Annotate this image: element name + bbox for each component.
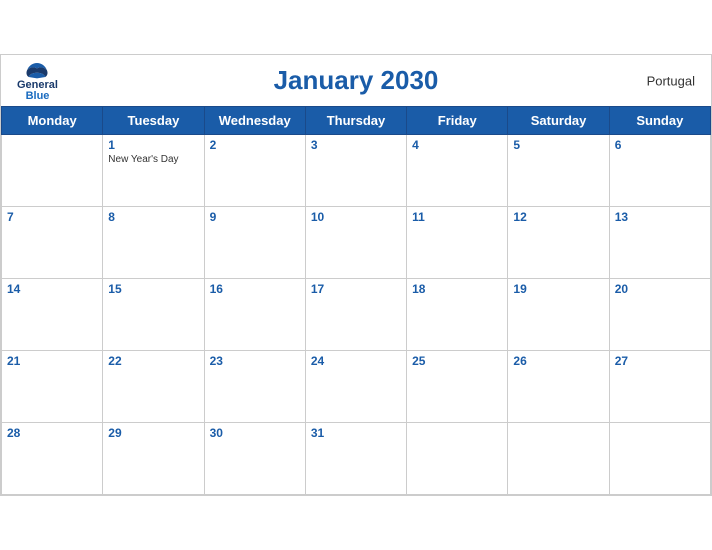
day-number: 23 (210, 354, 300, 368)
day-cell (407, 423, 508, 495)
calendar-table: Monday Tuesday Wednesday Thursday Friday… (1, 106, 711, 495)
day-cell: 25 (407, 351, 508, 423)
day-number: 19 (513, 282, 603, 296)
week-row-5: 28 29 30 31 (2, 423, 711, 495)
day-number: 20 (615, 282, 705, 296)
day-cell: 5 (508, 135, 609, 207)
day-number: 24 (311, 354, 401, 368)
day-cell: 2 (204, 135, 305, 207)
calendar-container: General Blue January 2030 Portugal Monda… (0, 54, 712, 496)
logo-bird-icon (23, 60, 51, 80)
day-number: 26 (513, 354, 603, 368)
holiday-label: New Year's Day (108, 154, 198, 165)
country-label: Portugal (647, 73, 695, 88)
col-sunday: Sunday (609, 107, 710, 135)
day-number: 31 (311, 426, 401, 440)
day-number: 9 (210, 210, 300, 224)
day-cell: 1 New Year's Day (103, 135, 204, 207)
week-row-3: 14 15 16 17 18 19 20 (2, 279, 711, 351)
day-cell: 31 (305, 423, 406, 495)
day-cell: 7 (2, 207, 103, 279)
col-tuesday: Tuesday (103, 107, 204, 135)
day-number: 3 (311, 138, 401, 152)
col-wednesday: Wednesday (204, 107, 305, 135)
week-row-1: 1 New Year's Day 23456 (2, 135, 711, 207)
day-cell: 3 (305, 135, 406, 207)
day-cell: 16 (204, 279, 305, 351)
col-friday: Friday (407, 107, 508, 135)
logo-area: General Blue (17, 60, 58, 102)
day-number: 2 (210, 138, 300, 152)
day-number: 4 (412, 138, 502, 152)
day-number: 14 (7, 282, 97, 296)
day-cell: 30 (204, 423, 305, 495)
day-cell: 14 (2, 279, 103, 351)
day-number: 12 (513, 210, 603, 224)
day-number: 27 (615, 354, 705, 368)
day-number: 29 (108, 426, 198, 440)
day-number: 22 (108, 354, 198, 368)
day-cell: 27 (609, 351, 710, 423)
day-number: 15 (108, 282, 198, 296)
day-number: 18 (412, 282, 502, 296)
calendar-body: 1New Year's Day2345678910111213141516171… (2, 135, 711, 495)
day-cell: 19 (508, 279, 609, 351)
logo-blue-text: Blue (26, 91, 50, 102)
day-number: 6 (615, 138, 705, 152)
day-cell (609, 423, 710, 495)
day-cell: 6 (609, 135, 710, 207)
day-cell: 9 (204, 207, 305, 279)
day-cell: 28 (2, 423, 103, 495)
day-cell (2, 135, 103, 207)
day-number: 30 (210, 426, 300, 440)
day-number: 21 (7, 354, 97, 368)
day-number: 10 (311, 210, 401, 224)
col-monday: Monday (2, 107, 103, 135)
day-number: 11 (412, 210, 502, 224)
col-saturday: Saturday (508, 107, 609, 135)
day-cell: 17 (305, 279, 406, 351)
day-cell: 29 (103, 423, 204, 495)
day-cell: 24 (305, 351, 406, 423)
calendar-header: General Blue January 2030 Portugal (1, 55, 711, 106)
day-number: 13 (615, 210, 705, 224)
day-cell: 26 (508, 351, 609, 423)
day-cell: 15 (103, 279, 204, 351)
day-cell: 12 (508, 207, 609, 279)
day-number: 25 (412, 354, 502, 368)
day-cell: 23 (204, 351, 305, 423)
day-cell (508, 423, 609, 495)
day-number: 28 (7, 426, 97, 440)
day-number: 16 (210, 282, 300, 296)
day-cell: 22 (103, 351, 204, 423)
day-number: 5 (513, 138, 603, 152)
week-row-4: 21 22 23 24 25 26 27 (2, 351, 711, 423)
day-number: 7 (7, 210, 97, 224)
day-number: 8 (108, 210, 198, 224)
day-cell: 18 (407, 279, 508, 351)
day-number: 17 (311, 282, 401, 296)
week-row-2: 789 10 11 12 13 (2, 207, 711, 279)
col-thursday: Thursday (305, 107, 406, 135)
day-cell: 10 (305, 207, 406, 279)
day-number: 1 (108, 138, 198, 152)
day-cell: 8 (103, 207, 204, 279)
day-cell: 4 (407, 135, 508, 207)
weekday-header-row: Monday Tuesday Wednesday Thursday Friday… (2, 107, 711, 135)
day-cell: 13 (609, 207, 710, 279)
day-cell: 20 (609, 279, 710, 351)
calendar-title: January 2030 (274, 65, 439, 96)
day-cell: 21 (2, 351, 103, 423)
day-cell: 11 (407, 207, 508, 279)
